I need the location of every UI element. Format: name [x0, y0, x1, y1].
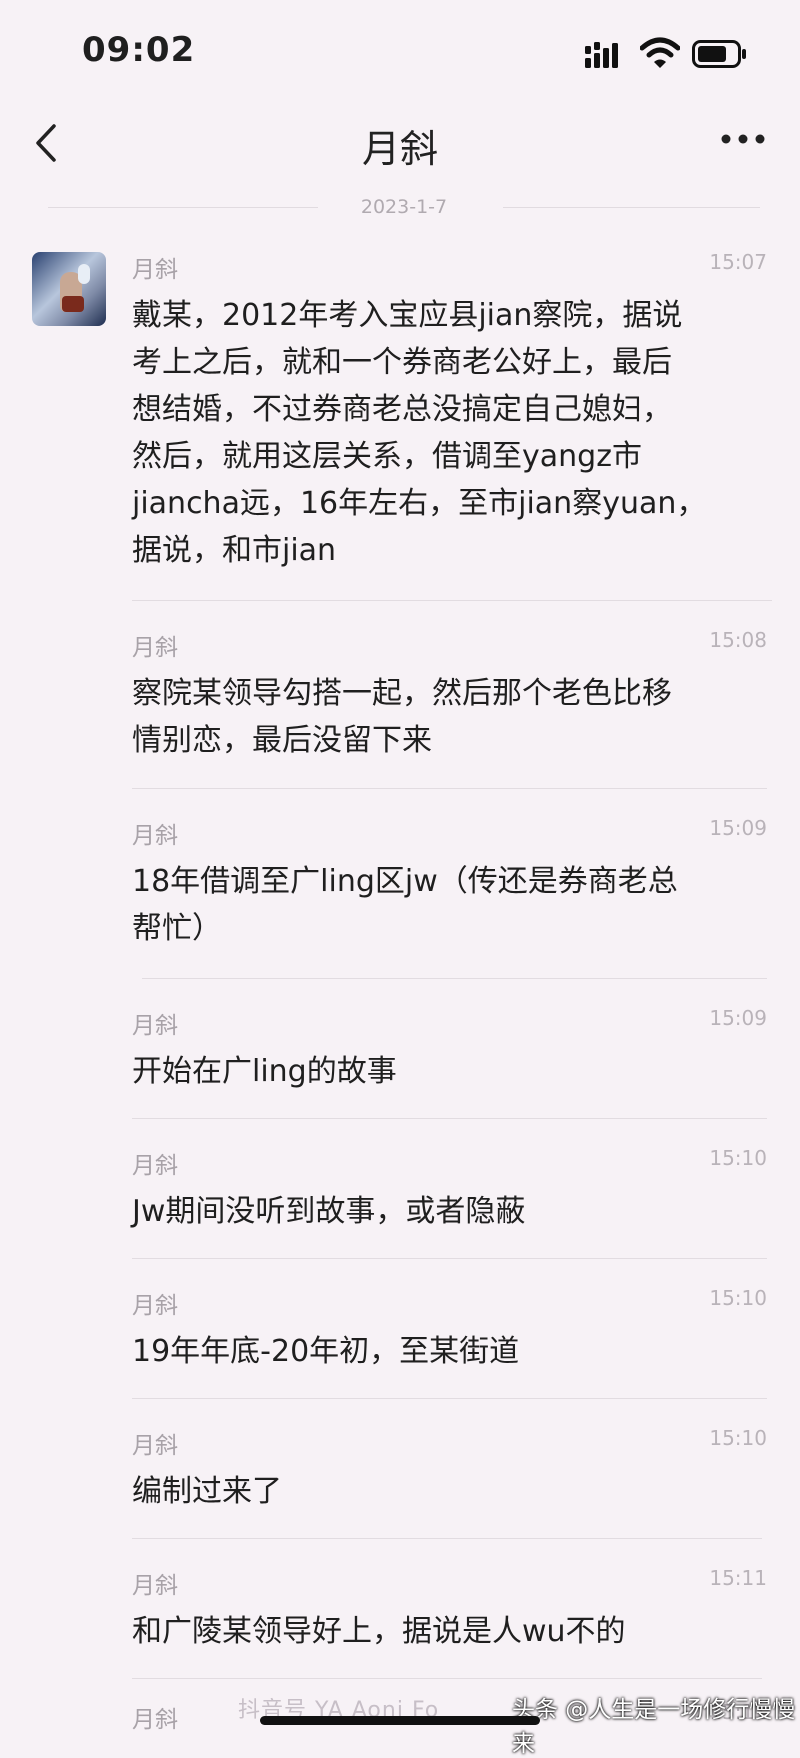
- divider: [142, 978, 767, 979]
- message-sender: 月斜: [132, 1433, 178, 1459]
- divider: [132, 1538, 762, 1539]
- nav-bar: 月斜: [0, 110, 800, 175]
- message-time: 15:10: [709, 1286, 767, 1310]
- message-time: 15:09: [709, 1006, 767, 1030]
- message-sender: 月斜: [132, 635, 178, 661]
- attribution-watermark: 头条 @人生是一场修行慢慢来: [512, 1697, 796, 1757]
- message-sender: 月斜: [132, 1013, 178, 1039]
- home-indicator[interactable]: [260, 1716, 540, 1725]
- message-sender: 月斜: [132, 823, 178, 849]
- divider: [132, 1118, 767, 1119]
- chat-title: 月斜: [361, 127, 438, 171]
- message-text: 19年年底-20年初，至某街道: [132, 1334, 520, 1369]
- message-text: 戴某，2012年考入宝应县jian察院，据说 考上之后，就和一个券商老公好上，最…: [132, 298, 707, 568]
- message-time: 15:08: [709, 628, 767, 652]
- message-sender: 月斜: [132, 1153, 178, 1179]
- wifi-icon: [640, 37, 680, 68]
- divider: [132, 788, 767, 789]
- message-time: 15:10: [709, 1426, 767, 1450]
- message-sender: 月斜: [132, 1573, 178, 1599]
- battery-icon: [692, 40, 746, 68]
- message-time: 15:11: [709, 1566, 767, 1590]
- message-text: 18年借调至广ling区jw（传还是券商老总 帮忙）: [132, 864, 678, 946]
- message-time: 15:07: [709, 250, 767, 274]
- message-text: 编制过来了: [132, 1474, 282, 1509]
- status-time: 09:02: [82, 30, 196, 70]
- divider: [132, 1258, 767, 1259]
- divider: [132, 1398, 767, 1399]
- divider: [132, 600, 772, 601]
- more-dots-icon[interactable]: [720, 132, 766, 146]
- message-sender: 月斜: [132, 257, 178, 283]
- message-sender: 月斜: [132, 1293, 178, 1319]
- status-bar: 09:02: [0, 0, 800, 110]
- message-text: Jw期间没听到故事，或者隐蔽: [132, 1194, 526, 1229]
- message-sender: 月斜: [132, 1707, 178, 1733]
- message-time: 15:09: [709, 816, 767, 840]
- divider: [132, 1678, 762, 1679]
- message-text: 和广陵某领导好上，据说是人wu不的: [132, 1614, 626, 1649]
- separator-line: [503, 207, 760, 208]
- message-text: 开始在广ling的故事: [132, 1054, 397, 1089]
- signal-icon: [585, 42, 618, 68]
- message-text: 察院某领导勾搭一起，然后那个老色比移 情别恋，最后没留下来: [132, 676, 672, 758]
- avatar[interactable]: [32, 252, 106, 326]
- date-separator: 2023-1-7: [48, 196, 760, 220]
- message-time: 15:10: [709, 1146, 767, 1170]
